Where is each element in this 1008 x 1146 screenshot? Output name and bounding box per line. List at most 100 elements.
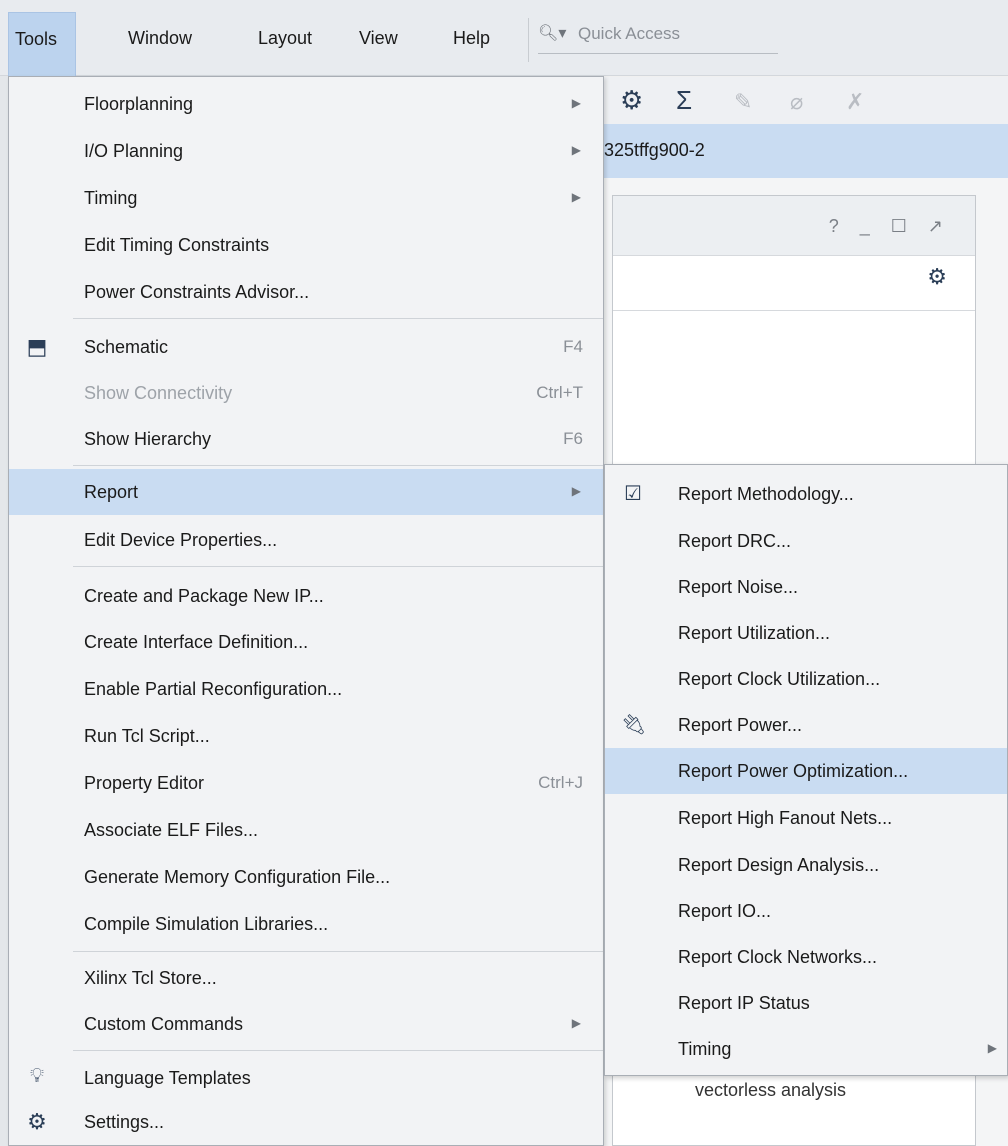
menu-item-xilinx-tcl-store[interactable]: Xilinx Tcl Store... [9, 955, 603, 1001]
menu-item-run-tcl-script[interactable]: Run Tcl Script... [9, 713, 603, 759]
menu-item-shortcut: Ctrl+T [536, 383, 583, 402]
menu-item-create-interface-definition[interactable]: Create Interface Definition... [9, 619, 603, 665]
menu-view-label: View [359, 28, 398, 48]
sigma-icon[interactable]: Σ [676, 85, 692, 116]
menu-item-label: Generate Memory Configuration File... [84, 867, 391, 887]
menu-item-label: Floorplanning [84, 94, 194, 114]
menu-window[interactable]: Window [128, 28, 192, 54]
menu-item-label: Show Hierarchy [84, 429, 212, 449]
menu-item-shortcut: F6 [563, 429, 583, 448]
submenu-item-report-noise[interactable]: Report Noise... [605, 564, 1007, 610]
submenu-item-label: Report Noise... [678, 577, 799, 597]
menu-item-timing[interactable]: Timing ▶ [9, 175, 603, 221]
panel-peek-text: vectorless analysis [695, 1080, 847, 1100]
panel-gear-icon[interactable]: ⚙ [927, 264, 947, 290]
tool-icon[interactable]: ✎ [734, 89, 752, 115]
menu-item-label: Custom Commands [84, 1014, 244, 1034]
submenu-item-label: Report Power... [678, 715, 803, 735]
menu-help-label: Help [453, 28, 491, 48]
submenu-arrow-icon: ▶ [571, 484, 581, 498]
schematic-icon: ⬒ [26, 334, 48, 359]
submenu-item-report-design-analysis[interactable]: Report Design Analysis... [605, 842, 1007, 888]
menu-item-enable-partial-reconfiguration[interactable]: Enable Partial Reconfiguration... [9, 666, 603, 712]
menu-item-language-templates[interactable]: 💡︎ Language Templates [9, 1055, 603, 1101]
menu-tools[interactable]: Tools [8, 12, 76, 76]
main-toolbar: ⚙ Σ ✎ ⌀ ✗ [600, 77, 1008, 124]
menu-item-label: Enable Partial Reconfiguration... [84, 679, 343, 699]
menu-view[interactable]: View [359, 28, 398, 54]
submenu-item-label: Report Clock Utilization... [678, 669, 881, 689]
search-icon: 🔍︎▾ [538, 25, 567, 42]
menubar-separator [528, 18, 529, 62]
menu-item-show-hierarchy[interactable]: Show Hierarchy F6 [9, 416, 603, 462]
menu-item-label: Edit Timing Constraints [84, 235, 270, 255]
menu-item-generate-memory-config[interactable]: Generate Memory Configuration File... [9, 854, 603, 900]
submenu-item-label: Report Methodology... [678, 484, 854, 504]
submenu-arrow-icon: ▶ [571, 143, 581, 157]
tools-menu: Floorplanning ▶ I/O Planning ▶ Timing ▶ … [8, 76, 604, 1146]
menu-separator [73, 465, 603, 466]
submenu-item-label: Report Power Optimization... [678, 761, 909, 781]
menu-tools-label: Tools [15, 29, 58, 49]
menu-item-label: Associate ELF Files... [84, 820, 259, 840]
menu-layout[interactable]: Layout [258, 28, 312, 54]
menu-item-edit-device-properties[interactable]: Edit Device Properties... [9, 517, 603, 563]
power-plug-icon: 🔌︎ [621, 714, 647, 736]
menu-item-edit-timing-constraints[interactable]: Edit Timing Constraints [9, 222, 603, 268]
menu-item-label: Settings... [84, 1112, 165, 1132]
clipboard-check-icon: ☑ [624, 483, 642, 505]
menu-item-floorplanning[interactable]: Floorplanning ▶ [9, 81, 603, 127]
menu-item-settings[interactable]: ⚙ Settings... [9, 1099, 603, 1145]
submenu-item-report-clock-networks[interactable]: Report Clock Networks... [605, 934, 1007, 980]
submenu-item-report-high-fanout-nets[interactable]: Report High Fanout Nets... [605, 795, 1007, 841]
gear-icon[interactable]: ⚙ [620, 85, 643, 116]
submenu-item-label: Report Design Analysis... [678, 855, 880, 875]
menu-item-label: Create and Package New IP... [84, 586, 324, 606]
quick-access-field[interactable]: 🔍︎▾ Quick Access [538, 20, 778, 54]
menu-item-schematic[interactable]: ⬒ Schematic F4 [9, 324, 603, 370]
gear-icon: ⚙ [27, 1109, 47, 1134]
menu-item-label: Edit Device Properties... [84, 530, 278, 550]
submenu-item-label: Report High Fanout Nets... [678, 808, 893, 828]
panel-header: ? _ ☐ ↗ [613, 196, 975, 256]
submenu-item-report-io[interactable]: Report IO... [605, 888, 1007, 934]
menu-help[interactable]: Help [453, 28, 490, 54]
menu-item-compile-simulation-libraries[interactable]: Compile Simulation Libraries... [9, 901, 603, 947]
tool-icon-3[interactable]: ✗ [846, 89, 864, 115]
menu-separator [73, 566, 603, 567]
tool-icon-2[interactable]: ⌀ [790, 89, 803, 115]
panel-window-controls[interactable]: ? _ ☐ ↗ [829, 216, 951, 237]
panel-divider [613, 310, 975, 311]
menu-item-property-editor[interactable]: Property Editor Ctrl+J [9, 760, 603, 806]
menu-layout-label: Layout [258, 28, 313, 48]
submenu-arrow-icon: ▶ [571, 190, 581, 204]
menu-separator [73, 951, 603, 952]
menu-window-label: Window [128, 28, 193, 48]
menu-item-show-connectivity: Show Connectivity Ctrl+T [9, 370, 603, 416]
menu-item-io-planning[interactable]: I/O Planning ▶ [9, 128, 603, 174]
menu-item-label: Show Connectivity [84, 383, 233, 403]
menu-item-label: Language Templates [84, 1068, 251, 1088]
submenu-item-report-utilization[interactable]: Report Utilization... [605, 610, 1007, 656]
submenu-item-report-power[interactable]: 🔌︎ Report Power... [605, 702, 1007, 748]
menu-item-label: Property Editor [84, 773, 205, 793]
menu-item-label: I/O Planning [84, 141, 184, 161]
lightbulb-icon: 💡︎ [30, 1065, 44, 1087]
submenu-item-timing[interactable]: Timing ▶ [605, 1026, 1007, 1072]
menu-item-label: Report [84, 482, 139, 502]
menu-item-custom-commands[interactable]: Custom Commands ▶ [9, 1001, 603, 1047]
menu-separator [73, 1050, 603, 1051]
workspace-left-edge [0, 76, 8, 1146]
menu-item-power-constraints-advisor[interactable]: Power Constraints Advisor... [9, 269, 603, 315]
menu-item-create-package-ip[interactable]: Create and Package New IP... [9, 573, 603, 619]
submenu-item-report-methodology[interactable]: ☑ Report Methodology... [605, 471, 1007, 517]
menu-item-report[interactable]: Report ▶ [9, 469, 603, 515]
submenu-item-report-drc[interactable]: Report DRC... [605, 518, 1007, 564]
menu-item-shortcut: F4 [563, 337, 583, 356]
submenu-item-report-ip-status[interactable]: Report IP Status [605, 980, 1007, 1026]
menu-item-associate-elf-files[interactable]: Associate ELF Files... [9, 807, 603, 853]
quick-access-placeholder: Quick Access [578, 24, 681, 43]
menu-item-label: Compile Simulation Libraries... [84, 914, 329, 934]
submenu-item-report-power-optimization[interactable]: Report Power Optimization... [605, 748, 1007, 794]
submenu-item-report-clock-utilization[interactable]: Report Clock Utilization... [605, 656, 1007, 702]
